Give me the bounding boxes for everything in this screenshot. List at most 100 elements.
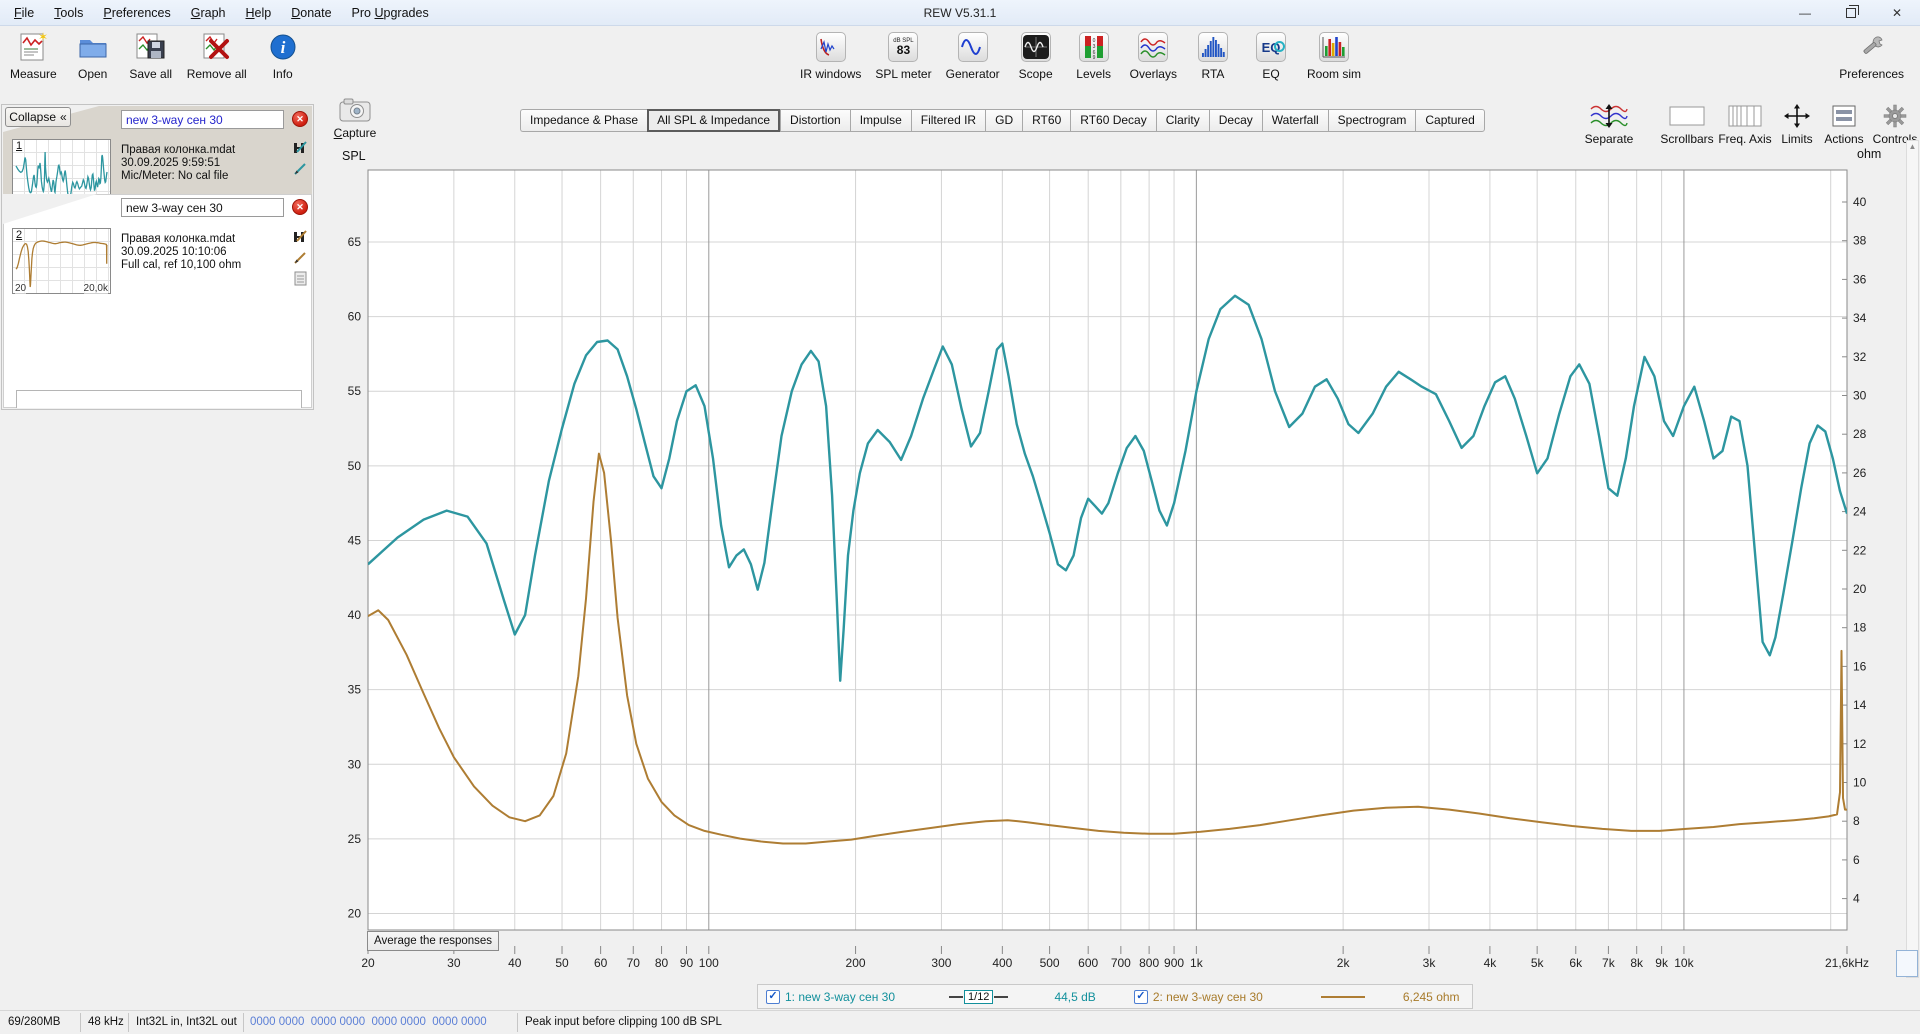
menu-help[interactable]: Help <box>236 0 282 26</box>
scrollbar-corner-control[interactable] <box>1896 950 1918 977</box>
ir-windows-button[interactable]: IR windows <box>800 31 861 81</box>
measurement-thumbnail-2[interactable]: 2 20 20,0k <box>12 228 111 294</box>
status-message: Peak input before clipping 100 dB SPL <box>525 1016 722 1028</box>
measure-button[interactable]: ✶ Measure <box>10 31 57 81</box>
svg-text:10k: 10k <box>1674 956 1694 970</box>
levels-button[interactable]: 0 3 6 9 Levels <box>1072 31 1116 81</box>
tab-spectrogram[interactable]: Spectrogram <box>1327 109 1416 132</box>
camera-icon <box>339 98 371 122</box>
restore-button[interactable] <box>1828 0 1874 26</box>
svg-text:30: 30 <box>1853 389 1867 403</box>
measurement-card-2[interactable]: ✕ 2 20 20,0k Правая колонка.mdat 30.09.2… <box>3 194 312 408</box>
scope-button[interactable]: Scope <box>1014 31 1058 81</box>
svg-text:36: 36 <box>1853 272 1867 286</box>
open-button[interactable]: Open <box>71 31 115 81</box>
menu-preferences[interactable]: Preferences <box>93 0 180 26</box>
ir-windows-icon <box>815 32 846 62</box>
tab-rt60[interactable]: RT60 <box>1022 109 1071 132</box>
smoothing-value[interactable]: 1/12 <box>964 989 994 1004</box>
legend-checkbox-1[interactable]: ✓ <box>766 989 780 1004</box>
svg-text:80: 80 <box>655 956 669 970</box>
tab-gd[interactable]: GD <box>985 109 1023 132</box>
scroll-up-icon[interactable]: ▲ <box>1907 142 1918 151</box>
minimize-button[interactable]: ― <box>1782 0 1828 26</box>
tab-captured[interactable]: Captured <box>1415 109 1485 132</box>
room-sim-icon <box>1318 32 1349 62</box>
svg-text:30: 30 <box>348 757 362 771</box>
legend-checkbox-2[interactable]: ✓ <box>1133 989 1148 1004</box>
separate-button[interactable]: Separate <box>1570 103 1648 146</box>
eq-button[interactable]: EQ EQ <box>1249 31 1293 81</box>
measure-icon: ✶ <box>17 31 49 63</box>
svg-text:32: 32 <box>1853 350 1867 364</box>
graph-panel: 65 60 55 50 45 40 35 30 25 20 40 38 36 34 32 30 28 26 24 22… <box>316 90 1920 980</box>
memory-usage: 69/280MB <box>8 1016 61 1028</box>
measurement-notes-box[interactable] <box>16 390 302 408</box>
svg-text:40: 40 <box>508 956 522 970</box>
measurement-number-2[interactable]: 2 <box>16 229 22 241</box>
notes-page-icon[interactable] <box>293 271 308 286</box>
svg-text:60: 60 <box>348 310 362 324</box>
collapse-panel-button[interactable]: Collapse « <box>5 107 71 127</box>
legend-label-1: 1: new 3-way сен 30 <box>785 989 896 1004</box>
measurements-panel: ✕ 1 20 20,0k Правая колонка.mdat 30.09.2… <box>0 104 316 980</box>
svg-text:1k: 1k <box>1190 956 1204 970</box>
trace-options-icon[interactable] <box>293 140 308 155</box>
info-button[interactable]: i Info <box>261 31 305 81</box>
svg-text:600: 600 <box>1078 956 1098 970</box>
close-button[interactable]: ✕ <box>1874 0 1920 26</box>
generator-button[interactable]: Generator <box>946 31 1000 81</box>
remove-all-button[interactable]: Remove all <box>187 31 247 81</box>
menu-tools[interactable]: Tools <box>44 0 93 26</box>
measurement-name-input-1[interactable] <box>121 110 284 129</box>
delete-measurement-button-1[interactable]: ✕ <box>292 111 308 127</box>
menu-graph[interactable]: Graph <box>181 0 236 26</box>
edit-notes-icon[interactable] <box>293 250 308 265</box>
svg-text:55: 55 <box>348 384 362 398</box>
save-all-button[interactable]: Save all <box>129 31 173 81</box>
vertical-scrollbar[interactable]: ▲ ▼ <box>1906 140 1919 978</box>
svg-text:i: i <box>280 38 285 57</box>
tab-filtered-ir[interactable]: Filtered IR <box>910 109 986 132</box>
tab-clarity[interactable]: Clarity <box>1155 109 1209 132</box>
svg-text:40: 40 <box>348 608 362 622</box>
svg-text:50: 50 <box>555 956 569 970</box>
delete-measurement-button-2[interactable]: ✕ <box>292 199 308 215</box>
tab-rt60-decay[interactable]: RT60 Decay <box>1070 109 1156 132</box>
title-bar: File Tools Preferences Graph Help Donate Pro U… <box>0 0 1920 26</box>
spl-meter-button[interactable]: dB SPL 83 SPL meter <box>875 31 932 81</box>
preferences-button[interactable]: Preferences <box>1839 31 1904 81</box>
tab-distortion[interactable]: Distortion <box>780 109 850 132</box>
svg-text:25: 25 <box>348 832 362 846</box>
measurement-cal-2: Full cal, ref 10,100 ohm <box>121 259 242 271</box>
average-responses-button[interactable]: Average the responses <box>367 931 500 951</box>
menu-pro-upgrades[interactable]: Pro Upgrades <box>342 0 439 26</box>
open-icon <box>77 31 109 63</box>
menu-file[interactable]: File <box>4 0 44 26</box>
menu-donate[interactable]: Donate <box>281 0 341 26</box>
tab-waterfall[interactable]: Waterfall <box>1261 109 1328 132</box>
spl-impedance-chart[interactable]: 65 60 55 50 45 40 35 30 25 20 40 38 36 34 32 30 28 26 24 22… <box>316 90 1920 980</box>
svg-text:6: 6 <box>1853 853 1860 867</box>
trace-line-sample <box>1320 995 1365 998</box>
collapse-chevrons-icon: « <box>60 110 67 124</box>
overlays-button[interactable]: Overlays <box>1130 31 1177 81</box>
tab-impedance-phase[interactable]: Impedance & Phase <box>520 109 648 132</box>
room-sim-button[interactable]: Room sim <box>1307 31 1361 81</box>
svg-text:16: 16 <box>1853 659 1867 673</box>
svg-text:500: 500 <box>1040 956 1060 970</box>
tab-all-spl-impedance[interactable]: All SPL & Impedance <box>647 109 781 132</box>
edit-notes-icon[interactable] <box>293 161 308 176</box>
capture-button[interactable]: Capture <box>322 96 388 140</box>
svg-text:4: 4 <box>1853 892 1860 906</box>
tab-impulse[interactable]: Impulse <box>849 109 911 132</box>
measurement-name-input-2[interactable] <box>121 198 284 217</box>
tab-decay[interactable]: Decay <box>1208 109 1262 132</box>
svg-text:20: 20 <box>361 956 375 970</box>
svg-text:12: 12 <box>1853 737 1867 751</box>
svg-text:3k: 3k <box>1423 956 1437 970</box>
rta-button[interactable]: RTA <box>1191 31 1235 81</box>
measurement-number-1[interactable]: 1 <box>16 140 22 152</box>
smoothing-control[interactable]: 1/12 <box>949 989 1009 1004</box>
trace-options-icon[interactable] <box>293 229 308 244</box>
